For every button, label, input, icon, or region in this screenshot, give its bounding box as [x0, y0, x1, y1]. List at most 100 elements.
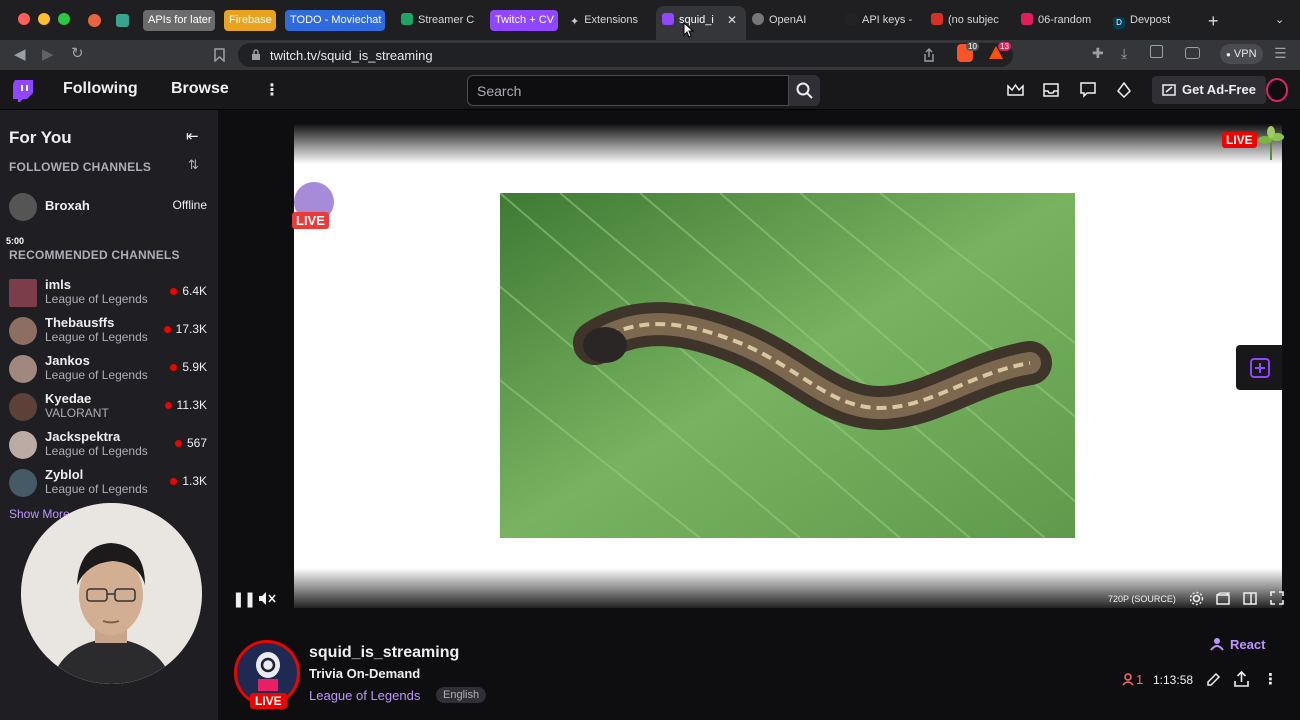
- tab-apis-for-later[interactable]: APIs for later: [143, 10, 215, 31]
- avatar: [9, 469, 37, 497]
- stream-title: Trivia On-Demand: [309, 666, 421, 681]
- tab-firebase[interactable]: Firebase: [224, 10, 276, 31]
- stream-category-link[interactable]: League of Legends: [309, 688, 420, 703]
- recommended-channel-thebausffs[interactable]: Thebausffs League of Legends 17.3K: [0, 314, 218, 352]
- alert-count-badge: 13: [998, 42, 1011, 51]
- gmail-icon: [931, 13, 943, 25]
- recommended-channel-jackspektra[interactable]: Jackspektra League of Legends 567: [0, 428, 218, 466]
- video-frame-caterpillar: [500, 193, 1075, 538]
- share-icon[interactable]: [923, 48, 935, 62]
- avatar: [9, 355, 37, 383]
- mouse-cursor-icon: [683, 22, 695, 38]
- recommended-channel-jankos[interactable]: Jankos League of Legends 5.9K: [0, 352, 218, 390]
- followed-channels-header: FOLLOWED CHANNELS: [9, 160, 152, 174]
- search-input[interactable]: Search: [467, 75, 789, 106]
- tab-devpost[interactable]: D Devpost: [1113, 10, 1179, 31]
- minimize-window-button[interactable]: [38, 13, 50, 25]
- extension-icon: [1250, 358, 1270, 378]
- close-tab-icon[interactable]: ✕: [727, 10, 739, 31]
- reload-icon[interactable]: ↻: [71, 44, 84, 62]
- avatar: [9, 279, 37, 307]
- tab-openai[interactable]: OpenAI: [752, 10, 814, 31]
- shield-count-badge: 10: [966, 42, 979, 51]
- new-tab-icon[interactable]: +: [1208, 11, 1219, 32]
- sort-icon[interactable]: ⇅: [188, 157, 199, 173]
- language-tag[interactable]: English: [436, 687, 487, 703]
- devpost-icon: D: [1113, 17, 1125, 29]
- edit-pencil-icon[interactable]: [1206, 672, 1221, 687]
- react-icon: [1210, 638, 1224, 651]
- sheets-icon: [401, 13, 413, 25]
- bookmark-icon[interactable]: [214, 48, 225, 62]
- live-dot: [174, 440, 182, 447]
- forward-icon[interactable]: ▶: [42, 45, 54, 63]
- react-button[interactable]: React: [1210, 637, 1265, 652]
- settings-gear-icon[interactable]: [1189, 591, 1204, 606]
- recommended-channel-kyedae[interactable]: Kyedae VALORANT 11.3K: [0, 390, 218, 428]
- live-dot: [170, 478, 178, 485]
- tab-twitch-cv[interactable]: Twitch + CV: [490, 10, 558, 31]
- live-dot: [170, 288, 178, 295]
- whispers-icon[interactable]: [1080, 82, 1096, 98]
- tab-api-keys[interactable]: API keys -: [845, 10, 917, 31]
- mute-button[interactable]: [258, 591, 276, 606]
- back-icon[interactable]: ◀: [14, 45, 26, 63]
- tab-gmail[interactable]: (no subjec: [931, 10, 1007, 31]
- pause-button[interactable]: ❚❚: [232, 590, 256, 608]
- live-dot: [170, 364, 178, 371]
- tab-slack[interactable]: 06-random: [1021, 10, 1099, 31]
- wallet-icon[interactable]: [1185, 47, 1200, 59]
- clip-icon[interactable]: [1216, 592, 1230, 605]
- tab-extensions[interactable]: ✦ Extensions: [570, 10, 650, 31]
- avatar: [9, 317, 37, 345]
- close-window-button[interactable]: [18, 13, 30, 25]
- recommended-channel-zyblol[interactable]: Zyblol League of Legends 1.3K: [0, 466, 218, 504]
- recommended-channel-imls[interactable]: imls League of Legends 6.4K: [0, 276, 218, 314]
- browser-tab-bar: APIs for later Firebase TODO - Moviechat…: [0, 0, 1300, 40]
- maximize-window-button[interactable]: [58, 13, 70, 25]
- url-field[interactable]: twitch.tv/squid_is_streaming: [238, 43, 1013, 67]
- more-options-icon[interactable]: ⋮: [1263, 670, 1278, 688]
- inbox-icon[interactable]: [1043, 83, 1059, 97]
- browser-menu-icon[interactable]: ☰: [1274, 45, 1287, 62]
- twitch-logo-icon[interactable]: [12, 79, 34, 103]
- nav-browse[interactable]: Browse: [171, 80, 229, 98]
- theatre-mode-icon[interactable]: [1243, 592, 1257, 605]
- live-dot: [163, 326, 171, 333]
- caterpillar-image: [500, 193, 1075, 538]
- followed-channel-broxah[interactable]: Broxah Offline: [0, 190, 218, 228]
- collapse-sidebar-icon[interactable]: ⇤: [186, 127, 199, 145]
- extensions-puzzle-icon[interactable]: ✚: [1092, 45, 1104, 62]
- download-icon[interactable]: ⤓: [1121, 45, 1127, 62]
- pinned-tab-icon[interactable]: [116, 14, 129, 27]
- player-top-gradient: [294, 124, 1282, 164]
- vpn-button[interactable]: ● VPN: [1220, 44, 1263, 64]
- get-ad-free-button[interactable]: Get Ad-Free: [1152, 76, 1266, 104]
- channel-name[interactable]: squid_is_streaming: [309, 644, 459, 662]
- sidebar-title: For You: [9, 128, 72, 147]
- sidebar-toggle-icon[interactable]: [1150, 45, 1163, 58]
- viewers-icon: [1122, 673, 1134, 686]
- squid-game-guard-icon: [256, 652, 280, 691]
- nav-following[interactable]: Following: [63, 80, 138, 98]
- extension-panel-button[interactable]: [1236, 345, 1282, 390]
- address-bar: ◀ ▶ ↻ twitch.tv/squid_is_streaming 10 13…: [0, 40, 1300, 70]
- more-menu-icon[interactable]: ⋮: [264, 80, 280, 100]
- quality-label[interactable]: 720P (SOURCE): [1108, 594, 1176, 604]
- ad-free-icon: [1162, 84, 1176, 96]
- live-dot: [164, 402, 172, 409]
- lock-icon: [252, 49, 260, 60]
- pinned-tab-icon[interactable]: [88, 14, 101, 27]
- user-avatar[interactable]: [1266, 78, 1288, 102]
- tab-streamer[interactable]: Streamer C: [401, 10, 479, 31]
- share-upload-icon[interactable]: [1234, 671, 1249, 687]
- prime-crown-icon[interactable]: [1007, 83, 1024, 97]
- bits-gem-icon[interactable]: [1116, 82, 1132, 98]
- tab-search-chevron-icon[interactable]: ⌄: [1275, 13, 1284, 26]
- fullscreen-icon[interactable]: [1270, 591, 1284, 605]
- plant-emote-icon: [1258, 126, 1284, 160]
- webcam-overlay: [21, 503, 202, 684]
- search-button[interactable]: [789, 75, 820, 106]
- search-icon: [796, 82, 813, 99]
- tab-todo-moviechat[interactable]: TODO - Moviechat: [285, 10, 385, 31]
